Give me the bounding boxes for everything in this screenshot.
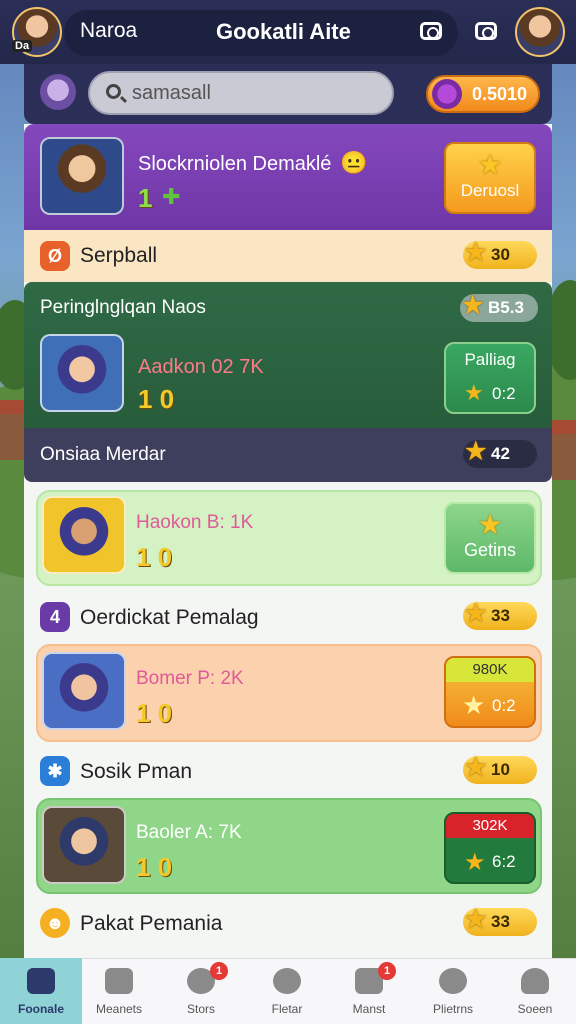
nav-item-moments[interactable]: Meanets [78,958,160,1024]
person-icon [521,968,549,994]
game-button-label: Getins [463,540,517,560]
featured-title: Slockrniolen Demaklé [138,153,332,175]
section-icon: ✱ [40,756,70,786]
game-2-button[interactable]: 980K ★ 0:2 [444,656,536,728]
gem-icon [432,79,462,109]
star-count: 33 [491,606,510,625]
game-thumbnail[interactable] [42,652,126,730]
nav-item-fletar[interactable]: Fletar [246,958,328,1024]
star-icon: ★ [462,292,484,319]
featured-button-label: Deruosl [460,181,520,200]
profile-avatar[interactable] [515,7,565,57]
section-label: Oerdickat Pemalag [80,606,259,629]
nav-label: Plietrns [432,1002,473,1016]
game-1-button[interactable]: ★ Getins [444,502,536,574]
game-level: 1 0 [136,852,173,882]
section-label: Sosik Pman [80,760,193,783]
page-title: Gookatli Aite [216,19,351,44]
nav-item-manst[interactable]: 1 Manst [328,958,410,1024]
star-count-badge: ★ 33 [463,600,537,630]
green-section-heading: Peringlnglqan Naos [40,297,206,318]
currency-value: 0.5010 [472,84,528,104]
star-count: 30 [491,245,510,264]
heading-badge-value: B5.3 [488,298,524,317]
camera-nav-icon [105,968,133,994]
featured-button[interactable]: ★ Deruosl [444,142,536,214]
nav-label: Fletar [271,1002,303,1016]
star-count: 42 [491,444,510,463]
featured-level: 1 [138,183,153,213]
game-button-bottom: 6:2 [492,852,516,871]
featured-game-thumbnail[interactable] [40,137,124,215]
green-button-bottom: 0:2 [492,384,516,403]
game-button-top: 980K [446,658,534,682]
game-thumbnail[interactable] [42,496,126,574]
green-game-title: Aadkon 02 7K [138,356,264,378]
section-label: Serpball [80,244,158,267]
leaf-icon [273,968,301,994]
green-game-level: 1 0 [138,384,175,414]
nav-label: Stors [186,1002,215,1016]
star-count-badge: ★ 30 [463,239,537,269]
nav-item-store[interactable]: 1 Stors [160,958,242,1024]
game-level: 1 0 [136,542,173,572]
game-title: Baoler A: 7K [136,822,242,843]
game-thumbnail[interactable] [42,806,126,884]
nav-item-home[interactable]: Foonale [0,958,82,1024]
home-icon [27,968,55,994]
star-count-badge: ★ 33 [463,906,537,936]
green-button-top: Palliag [464,350,516,369]
game-level: 1 0 [136,698,173,728]
star-count-badge: ★ 10 [463,754,537,784]
nav-label: Foonale [17,1002,64,1016]
camera-icon[interactable] [420,22,442,40]
game-button-bottom: 0:2 [492,696,516,715]
clover-icon: ✚ [162,184,181,209]
star-count: 10 [491,760,510,779]
star-icon: ★ [462,690,486,720]
section-icon: 4 [40,602,70,632]
star-icon: ★ [465,438,487,465]
game-button-top: 302K [446,814,534,838]
green-play-button[interactable]: Palliag ★ 0:2 [444,342,536,414]
section-label: Onsiaa Merdar [40,444,166,465]
search-icon [106,84,121,99]
star-icon: ★ [465,600,487,627]
notification-badge: 1 [378,962,396,980]
star-icon: ★ [477,149,503,180]
star-count-badge: ★ 42 [463,438,537,468]
section-icon: ☻ [40,908,70,938]
nav-label: Manst [352,1002,386,1016]
search-placeholder: samasall [132,82,211,104]
notification-badge: 1 [210,962,228,980]
section-icon: Ø [40,241,70,271]
star-icon: ★ [464,849,486,876]
star-count: 33 [491,912,510,931]
game-title: Bomer P: 2K [136,668,244,689]
nav-item-profile[interactable]: Soeen [494,958,576,1024]
star-icon: ★ [465,754,487,781]
paw-icon [439,968,467,994]
star-icon: ★ [465,906,487,933]
game-3-button[interactable]: 302K ★ 6:2 [444,812,536,884]
green-game-thumbnail[interactable] [40,334,124,412]
game-title: Haokon B: 1K [136,512,254,533]
player-name: Naroa [80,19,138,42]
star-icon: ★ [477,509,503,540]
screenshot-icon[interactable] [475,22,497,40]
star-icon: ★ [464,380,484,405]
section-label: Pakat Pemania [80,912,223,935]
mascot-icon[interactable] [38,72,78,112]
heading-badge: ★ B5.3 [460,292,538,322]
nav-label: Meanets [95,1002,143,1016]
nav-item-plietrns[interactable]: Plietrns [412,958,494,1024]
nav-label: Soeen [517,1002,553,1016]
featured-emoji: 😐 [340,150,368,175]
star-icon: ★ [465,239,487,266]
avatar-tag: Da [12,40,33,52]
